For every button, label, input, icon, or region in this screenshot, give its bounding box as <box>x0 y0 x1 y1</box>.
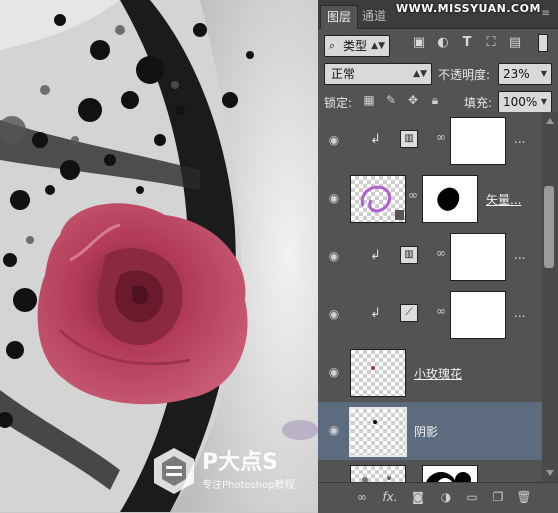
levels-adjustment-icon: ▥ <box>400 130 418 148</box>
search-icon: ⌕ <box>329 39 336 52</box>
layer-row[interactable]: ◉ ↲ ▥ ∞ ... <box>318 228 542 287</box>
layer-mask-thumbnail[interactable] <box>422 175 478 223</box>
lock-image-icon[interactable]: ✎ <box>384 93 398 107</box>
layer-mask-thumbnail[interactable] <box>450 233 506 281</box>
filter-toggle-icon[interactable] <box>538 34 548 52</box>
artwork-image <box>0 0 318 512</box>
type-filter-icon[interactable]: T <box>460 36 474 50</box>
lock-all-icon[interactable]: 🔒︎ <box>428 93 442 107</box>
link-layers-icon[interactable]: ∞ <box>354 489 370 505</box>
smart-object-thumbnail[interactable] <box>350 175 406 223</box>
add-mask-icon[interactable]: ◙ <box>410 489 426 505</box>
link-icon[interactable]: ∞ <box>436 304 446 318</box>
shape-filter-icon[interactable]: ⛶ <box>484 36 498 50</box>
layer-name[interactable]: ... <box>514 248 525 262</box>
layer-name[interactable]: ... <box>514 132 525 146</box>
visibility-eye-icon[interactable]: ◉ <box>326 307 342 321</box>
image-filter-icon[interactable]: ▣ <box>412 36 426 50</box>
visibility-eye-icon[interactable]: ◉ <box>326 365 342 379</box>
opacity-field[interactable]: 23% ▼ <box>498 63 552 85</box>
layer-row[interactable]: ◉ ↲ ▥ ∞ ... <box>318 112 542 171</box>
watermark-title: P大点S <box>202 450 278 475</box>
smart-object-filter-icon[interactable]: ▤ <box>508 36 522 50</box>
chevron-down-icon: ▲▼ <box>371 41 385 51</box>
new-layer-icon[interactable]: ❐ <box>490 489 506 505</box>
panel-tab-bar: 图层 通道 WWW.MISSYUAN.COM ≡ <box>318 0 558 29</box>
curves-adjustment-icon: ⟋ <box>400 304 418 322</box>
new-adjustment-icon[interactable]: ◑ <box>438 489 454 505</box>
clipping-arrow-icon: ↲ <box>370 306 381 321</box>
watermark: P大点S 专注Photoshop教程 <box>150 440 318 512</box>
fx-icon[interactable]: fx. <box>382 489 398 505</box>
blend-mode-select[interactable]: 正常 ▲▼ <box>324 63 432 85</box>
link-icon[interactable]: ∞ <box>436 130 446 144</box>
filter-kind-select[interactable]: ⌕ 类型 ▲▼ <box>324 35 390 57</box>
new-group-icon[interactable]: ▭ <box>464 489 480 505</box>
fill-label: 填充: <box>464 96 493 110</box>
layer-name[interactable]: ... <box>514 306 525 320</box>
watermark-logo-icon <box>154 448 194 494</box>
layer-row-selected[interactable]: ◉ 阴影 <box>318 402 542 461</box>
link-icon[interactable]: ∞ <box>408 188 418 202</box>
panel-menu-icon[interactable]: ≡ <box>542 8 550 19</box>
scrollbar-thumb[interactable] <box>544 186 554 268</box>
site-watermark-text: WWW.MISSYUAN.COM <box>396 2 541 15</box>
link-icon[interactable]: ∞ <box>436 246 446 260</box>
clipping-arrow-icon: ↲ <box>370 132 381 147</box>
opacity-label: 不透明度: <box>438 68 491 82</box>
layer-row[interactable]: ◉ ∞ 矢量... <box>318 170 542 229</box>
layer-row[interactable]: ◉ 小玫瑰花 <box>318 344 542 403</box>
watermark-subtitle: 专注Photoshop教程 <box>202 480 295 491</box>
visibility-eye-icon[interactable]: ◉ <box>326 423 342 437</box>
levels-adjustment-icon: ▥ <box>400 246 418 264</box>
layer-mask-thumbnail[interactable] <box>450 291 506 339</box>
visibility-eye-icon[interactable]: ◉ <box>326 191 342 205</box>
clipping-arrow-icon: ↲ <box>370 248 381 263</box>
layer-name[interactable]: 阴影 <box>414 423 438 440</box>
layer-mask-thumbnail[interactable] <box>422 465 478 482</box>
lock-position-icon[interactable]: ✥ <box>406 93 420 107</box>
blend-mode-value: 正常 <box>331 67 356 81</box>
lock-label: 锁定: <box>324 96 353 110</box>
layer-row[interactable]: ◉ ↲ ⟋ ∞ ... <box>318 286 542 345</box>
fill-field[interactable]: 100% ▼ <box>498 91 552 113</box>
chevron-down-icon: ▼ <box>540 69 547 78</box>
layer-list: ◉ ↲ ▥ ∞ ... ◉ ∞ 矢量... ◉ ↲ ▥ ∞ ... ◉ ↲ ⟋ … <box>318 112 542 482</box>
scroll-down-arrow-icon[interactable] <box>546 470 554 476</box>
layers-bottom-toolbar: ∞ fx. ◙ ◑ ▭ ❐ 🗑︎ <box>318 482 558 513</box>
visibility-eye-icon[interactable]: ◉ <box>326 133 342 147</box>
chevron-down-icon: ▼ <box>540 97 547 106</box>
layer-row[interactable]: ◉ ∞ 墨点 <box>318 460 542 482</box>
adjustment-filter-icon[interactable]: ◐ <box>436 36 450 50</box>
fill-value: 100% <box>503 95 538 109</box>
layer-thumbnail[interactable] <box>349 407 407 457</box>
layer-thumbnail[interactable] <box>350 349 406 397</box>
delete-layer-icon[interactable]: 🗑︎ <box>516 489 532 505</box>
tab-layers[interactable]: 图层 <box>320 5 359 29</box>
layer-mask-thumbnail[interactable] <box>450 117 506 165</box>
layer-name[interactable]: 矢量... <box>486 191 521 208</box>
layers-scrollbar[interactable] <box>542 112 558 482</box>
lock-transparent-icon[interactable]: ▦ <box>362 93 376 107</box>
visibility-eye-icon[interactable]: ◉ <box>326 249 342 263</box>
opacity-value: 23% <box>503 67 530 81</box>
layers-panel: 图层 通道 WWW.MISSYUAN.COM ≡ ⌕ 类型 ▲▼ ▣ ◐ T ⛶… <box>318 0 558 513</box>
tab-channels[interactable]: 通道 <box>362 5 386 28</box>
filter-kind-label: 类型 <box>343 39 368 53</box>
scroll-up-arrow-icon[interactable] <box>546 118 554 124</box>
chevron-down-icon: ▲▼ <box>413 69 427 79</box>
layer-name[interactable]: 小玫瑰花 <box>414 365 462 382</box>
document-canvas[interactable]: P大点S 专注Photoshop教程 <box>0 0 318 512</box>
layer-thumbnail[interactable] <box>350 465 406 482</box>
